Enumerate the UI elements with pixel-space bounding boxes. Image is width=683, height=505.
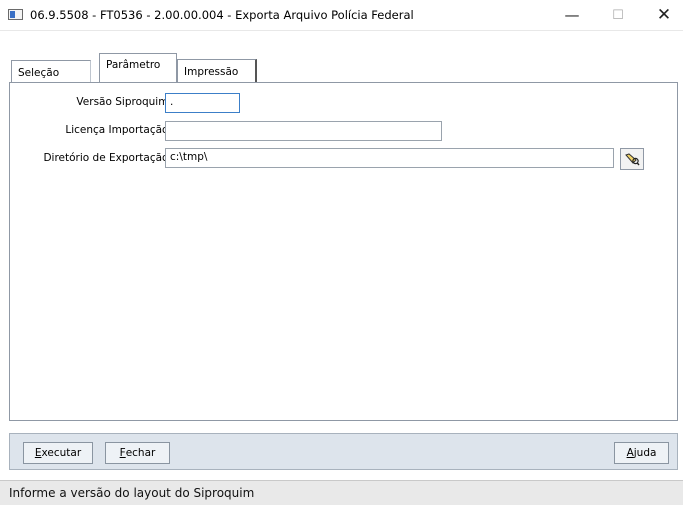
tab-parametro[interactable]: Parâmetro (99, 53, 177, 82)
executar-accel: E (34, 447, 42, 459)
tab-impressao[interactable]: Impressão (177, 59, 257, 82)
tab-label: Parâmetro (106, 59, 161, 71)
browse-folder-button[interactable] (620, 148, 644, 170)
fechar-button[interactable]: Fechar (105, 442, 170, 464)
window-title: 06.9.5508 - FT0536 - 2.00.00.004 - Expor… (30, 8, 414, 22)
maximize-button[interactable]: ☐ (595, 0, 641, 30)
versao-label-cell: Versão Siproquim: (10, 96, 172, 110)
versao-siproquim-label: Versão Siproquim: (76, 96, 172, 108)
status-bar: Informe a versão do layout do Siproquim (0, 481, 683, 505)
app-window-icon (8, 9, 23, 20)
ajuda-accel: A (626, 447, 634, 459)
licenca-importacao-label: Licença Importação: (65, 124, 172, 136)
ajuda-button[interactable]: Ajuda (614, 442, 669, 464)
versao-siproquim-input[interactable]: . (165, 93, 240, 113)
minimize-button[interactable]: — (549, 0, 595, 30)
title-bar: 06.9.5508 - FT0536 - 2.00.00.004 - Expor… (0, 0, 683, 31)
fechar-label: echar (125, 447, 156, 459)
button-bar: Executar Fechar Ajuda (9, 433, 678, 470)
parametro-panel: Versão Siproquim: . Licença Importação: … (9, 82, 678, 421)
licenca-label-cell: Licença Importação: (10, 124, 172, 138)
ajuda-label: juda (633, 447, 657, 459)
executar-label: xecutar (41, 447, 82, 459)
diretorio-exportacao-label: Diretório de Exportação: (43, 152, 172, 164)
tab-label: Impressão (184, 66, 239, 78)
tab-label: Seleção (18, 67, 60, 79)
folder-search-icon (625, 153, 640, 166)
licenca-importacao-input[interactable] (165, 121, 442, 141)
tab-selecao[interactable]: Seleção (11, 60, 91, 82)
status-message: Informe a versão do layout do Siproquim (9, 486, 255, 500)
diretorio-label-cell: Diretório de Exportação: (10, 152, 172, 166)
diretorio-exportacao-input[interactable]: c:\tmp\ (165, 148, 614, 168)
close-button[interactable]: ✕ (641, 0, 683, 30)
executar-button[interactable]: Executar (23, 442, 93, 464)
